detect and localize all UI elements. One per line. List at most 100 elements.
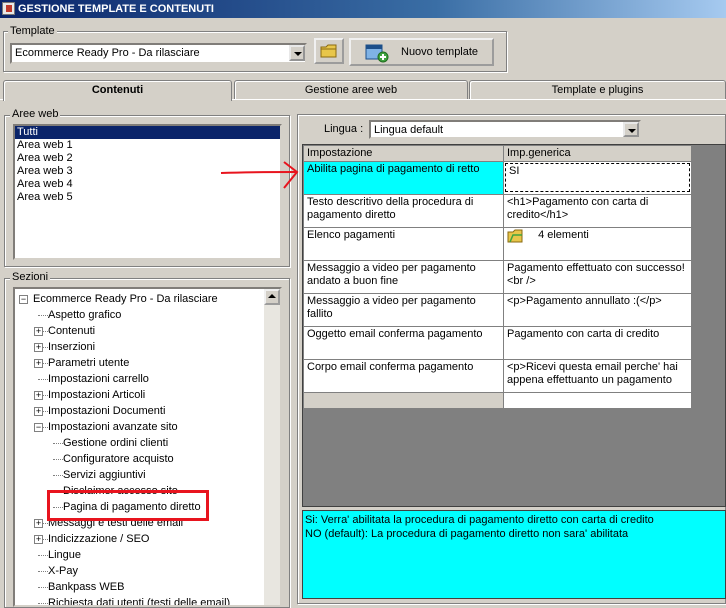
- tree-item-label: Contenuti: [48, 325, 96, 337]
- tree-item-label: Impostazioni carrello: [48, 373, 149, 385]
- aree-web-item[interactable]: Area web 1: [15, 139, 280, 152]
- aree-web-item[interactable]: Tutti: [15, 126, 280, 139]
- tree-item[interactable]: Impostazioni carrello: [15, 371, 264, 387]
- tree-item[interactable]: + Impostazioni Articoli: [15, 387, 264, 403]
- template-select-dropdown-button[interactable]: [289, 45, 305, 61]
- app-icon: [2, 2, 15, 15]
- tab-template-e-plugins[interactable]: Template e plugins: [469, 80, 726, 99]
- sezioni-tree[interactable]: − Ecommerce Ready Pro - Da rilasciare Aspe…: [13, 287, 282, 607]
- scroll-up-button[interactable]: [264, 289, 280, 305]
- sezioni-tree-rows: − Ecommerce Ready Pro - Da rilasciare Aspe…: [15, 289, 264, 607]
- setting-value[interactable]: [503, 392, 692, 409]
- lingua-select-dropdown-button[interactable]: [623, 122, 639, 137]
- template-group-label: Template: [8, 25, 57, 37]
- tree-connector: [53, 459, 63, 460]
- grid-header-impostazione: Impostazione: [303, 145, 504, 162]
- setting-name[interactable]: Elenco pagamenti: [303, 227, 504, 261]
- table-row[interactable]: Corpo email conferma pagamento <p>Ricevi…: [303, 359, 692, 393]
- template-select[interactable]: Ecommerce Ready Pro - Da rilasciare: [10, 43, 307, 64]
- lingua-select-value: Lingua default: [374, 124, 444, 136]
- tree-item-label: Parametri utente: [48, 357, 130, 369]
- tree-item-label: Impostazioni avanzate sito: [48, 421, 178, 433]
- description-box: Si: Verra' abilitata la procedura di pag…: [302, 510, 726, 599]
- tree-item[interactable]: Gestione ordini clienti: [15, 435, 264, 451]
- expand-icon[interactable]: +: [34, 407, 43, 416]
- tree-item[interactable]: + Indicizzazione / SEO: [15, 531, 264, 547]
- setting-name[interactable]: Messaggio a video per pagamento fallito: [303, 293, 504, 327]
- tree-item[interactable]: + Parametri utente: [15, 355, 264, 371]
- collapse-icon[interactable]: −: [34, 423, 43, 432]
- expand-icon[interactable]: +: [34, 359, 43, 368]
- tab-template-e-plugins-label: Template e plugins: [551, 84, 644, 96]
- setting-name[interactable]: Oggetto email conferma pagamento: [303, 326, 504, 360]
- tree-connector: [38, 379, 48, 380]
- tree-item[interactable]: Servizi aggiuntivi: [15, 467, 264, 483]
- table-row[interactable]: Elenco pagamenti 4 elementi: [303, 227, 692, 261]
- tree-item-label: Impostazioni Articoli: [48, 389, 146, 401]
- setting-value[interactable]: Pagamento con carta di credito: [503, 326, 692, 360]
- expand-icon[interactable]: +: [34, 519, 43, 528]
- table-row[interactable]: Messaggio a video per pagamento andato a…: [303, 260, 692, 294]
- aree-web-list[interactable]: Tutti Area web 1 Area web 2 Area web 3 A…: [13, 124, 282, 260]
- tree-item[interactable]: Richiesta dati utenti (testi delle email…: [15, 595, 264, 607]
- expand-icon[interactable]: +: [34, 327, 43, 336]
- aree-web-item[interactable]: Area web 5: [15, 191, 280, 204]
- table-row[interactable]: Abilita pagina di pagamento di retto SI: [303, 161, 692, 195]
- sezioni-scrollbar[interactable]: [264, 289, 280, 605]
- table-row[interactable]: [303, 392, 692, 409]
- expand-icon[interactable]: +: [34, 343, 43, 352]
- tab-gestione-aree-web-label: Gestione aree web: [304, 84, 398, 96]
- tree-item[interactable]: + Contenuti: [15, 323, 264, 339]
- tree-item[interactable]: − Impostazioni avanzate sito: [15, 419, 264, 435]
- tab-contenuti-label: Contenuti: [91, 84, 144, 96]
- tree-item-label: Richiesta dati utenti (testi delle email…: [48, 597, 231, 607]
- open-folder-button[interactable]: [314, 38, 344, 64]
- lingua-select[interactable]: Lingua default: [369, 120, 641, 139]
- tree-item[interactable]: Lingue: [15, 547, 264, 563]
- tree-item-label: Indicizzazione / SEO: [48, 533, 150, 545]
- setting-name[interactable]: Abilita pagina di pagamento di retto: [303, 161, 504, 195]
- setting-value-input[interactable]: SI: [503, 161, 692, 195]
- tree-item[interactable]: + Inserzioni: [15, 339, 264, 355]
- tree-item[interactable]: Configuratore acquisto: [15, 451, 264, 467]
- tree-item[interactable]: Aspetto grafico: [15, 307, 264, 323]
- setting-value[interactable]: <h1>Pagamento con carta di credito</h1>: [503, 194, 692, 228]
- new-template-button[interactable]: Nuovo template: [349, 38, 494, 66]
- new-template-icon: [365, 44, 389, 63]
- tree-item[interactable]: − Ecommerce Ready Pro - Da rilasciare: [15, 291, 264, 307]
- tree-item-label: Servizi aggiuntivi: [63, 469, 146, 481]
- setting-name[interactable]: Testo descritivo della procedura di paga…: [303, 194, 504, 228]
- setting-name[interactable]: Corpo email conferma pagamento: [303, 359, 504, 393]
- setting-value[interactable]: <p>Ricevi questa email perche' hai appen…: [503, 359, 692, 393]
- tab-gestione-aree-web[interactable]: Gestione aree web: [234, 80, 468, 99]
- tree-connector: [38, 315, 48, 316]
- expand-icon[interactable]: +: [34, 535, 43, 544]
- tree-item-label: Impostazioni Documenti: [48, 405, 166, 417]
- tree-connector: [38, 571, 48, 572]
- grid-container: Impostazione Imp.generica Abilita pagina…: [302, 144, 726, 507]
- collapse-icon[interactable]: −: [19, 295, 28, 304]
- sezioni-label: Sezioni: [10, 271, 51, 283]
- setting-value-cell[interactable]: 4 elementi: [503, 227, 692, 261]
- tab-contenuti[interactable]: Contenuti: [3, 80, 232, 101]
- tree-item-label: Inserzioni: [48, 341, 96, 353]
- expand-icon[interactable]: +: [34, 391, 43, 400]
- setting-value-editor[interactable]: SI: [505, 163, 690, 192]
- tree-item-label: Bankpass WEB: [48, 581, 125, 593]
- folder-icon[interactable]: [507, 229, 523, 244]
- setting-name[interactable]: [303, 392, 504, 409]
- tree-item[interactable]: X-Pay: [15, 563, 264, 579]
- tree-item[interactable]: + Impostazioni Documenti: [15, 403, 264, 419]
- highlight-box: [47, 490, 209, 521]
- tree-item[interactable]: Bankpass WEB: [15, 579, 264, 595]
- tree-connector: [38, 587, 48, 588]
- table-row[interactable]: Messaggio a video per pagamento fallito …: [303, 293, 692, 327]
- tree-item-label: Configuratore acquisto: [63, 453, 174, 465]
- setting-value[interactable]: <p>Pagamento annullato :(</p>: [503, 293, 692, 327]
- setting-name[interactable]: Messaggio a video per pagamento andato a…: [303, 260, 504, 294]
- setting-value[interactable]: Pagamento effettuato con successo!<br />: [503, 260, 692, 294]
- setting-value: 4 elementi: [538, 229, 589, 241]
- table-row[interactable]: Testo descritivo della procedura di paga…: [303, 194, 692, 228]
- table-row[interactable]: Oggetto email conferma pagamento Pagamen…: [303, 326, 692, 360]
- tree-connector: [38, 555, 48, 556]
